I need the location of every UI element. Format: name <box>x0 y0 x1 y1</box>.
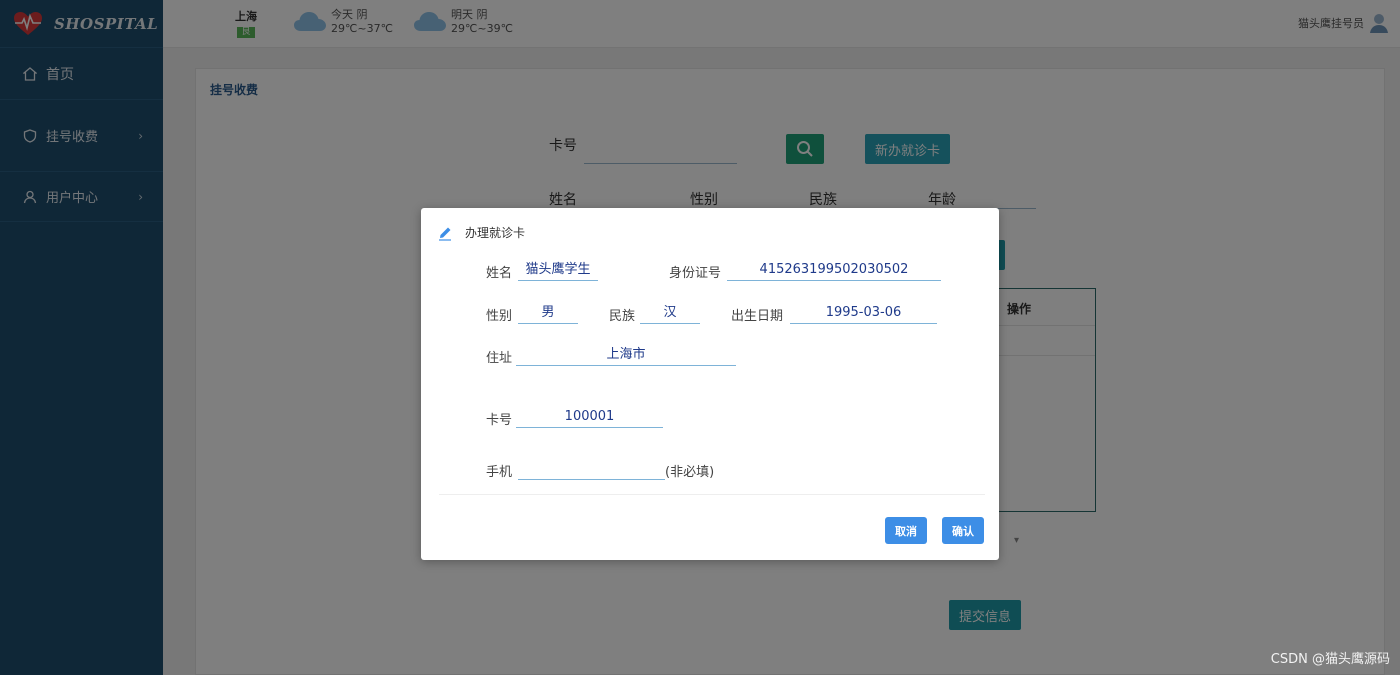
new-card-dialog: 办理就诊卡 姓名 猫头鹰学生 身份证号 415263199502030502 性… <box>421 208 999 560</box>
name-input[interactable]: 猫头鹰学生 <box>518 261 598 281</box>
card-number-label: 卡号 <box>486 413 513 428</box>
id-number-label: 身份证号 <box>669 266 722 281</box>
address-label: 住址 <box>486 351 513 366</box>
id-number-input[interactable]: 415263199502030502 <box>727 261 941 281</box>
ethnicity-label: 民族 <box>609 309 636 324</box>
phone-input[interactable] <box>518 460 665 480</box>
card-number-input[interactable]: 100001 <box>516 408 663 428</box>
cancel-button[interactable]: 取消 <box>885 517 927 544</box>
watermark: CSDN @猫头鹰源码 <box>1270 652 1390 667</box>
address-input[interactable]: 上海市 <box>516 346 736 366</box>
dialog-header: 办理就诊卡 <box>437 224 525 241</box>
phone-label: 手机 <box>486 465 513 480</box>
dialog-title: 办理就诊卡 <box>465 226 526 240</box>
edit-icon <box>439 227 451 241</box>
dialog-divider <box>439 494 985 495</box>
gender-input[interactable]: 男 <box>518 304 578 324</box>
birth-date-input[interactable]: 1995-03-06 <box>790 304 937 324</box>
ethnicity-input[interactable]: 汉 <box>640 304 700 324</box>
gender-label: 性别 <box>486 309 513 324</box>
phone-optional-note: (非必填) <box>665 465 715 480</box>
confirm-button[interactable]: 确认 <box>942 517 984 544</box>
birth-date-label: 出生日期 <box>731 309 784 324</box>
name-label: 姓名 <box>486 266 513 281</box>
